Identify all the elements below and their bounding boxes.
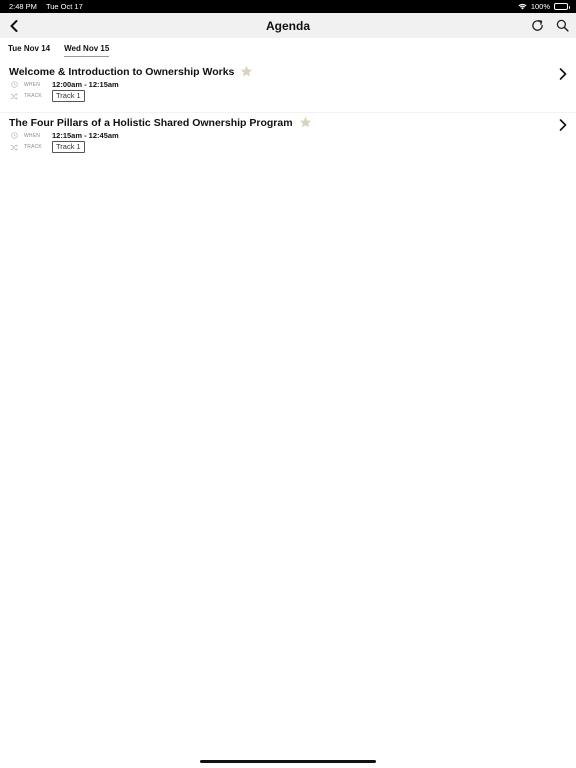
refresh-icon xyxy=(532,20,543,31)
session-row[interactable]: The Four Pillars of a Holistic Shared Ow… xyxy=(0,112,576,160)
search-icon xyxy=(556,19,569,32)
when-value: 12:15am - 12:45am xyxy=(52,131,119,140)
session-title-row: The Four Pillars of a Holistic Shared Ow… xyxy=(9,116,312,129)
when-row: WHEN 12:00am - 12:15am xyxy=(10,80,119,89)
when-label: WHEN xyxy=(24,81,41,88)
when-label: WHEN xyxy=(24,132,41,139)
battery-percent: 100% xyxy=(530,2,550,11)
clock-icon xyxy=(10,81,18,89)
track-label: TRACK xyxy=(24,144,42,150)
chevron-right-icon xyxy=(557,66,569,81)
when-row: WHEN 12:15am - 12:45am xyxy=(10,131,119,140)
session-title-row: Welcome & Introduction to Ownership Work… xyxy=(9,65,253,78)
page-title: Agenda xyxy=(265,18,310,33)
favorite-star-icon[interactable] xyxy=(240,65,253,78)
track-badge[interactable]: Track 1 xyxy=(52,90,85,102)
back-button[interactable] xyxy=(6,17,22,34)
status-time: 2:48 PM xyxy=(9,2,37,11)
session-title: The Four Pillars of a Holistic Shared Ow… xyxy=(9,116,293,129)
track-label: TRACK xyxy=(24,93,42,99)
nav-bar: Agenda xyxy=(0,13,576,38)
track-badge[interactable]: Track 1 xyxy=(52,141,85,153)
status-left: 2:48 PM Tue Oct 17 xyxy=(9,2,83,11)
refresh-button[interactable] xyxy=(529,17,546,34)
shuffle-icon xyxy=(10,143,18,151)
home-indicator[interactable] xyxy=(200,760,376,763)
chevron-right-icon xyxy=(557,117,569,132)
wifi-icon xyxy=(518,3,527,10)
when-value: 12:00am - 12:15am xyxy=(52,80,119,89)
status-right: 100% xyxy=(518,2,570,11)
favorite-star-icon[interactable] xyxy=(299,116,312,129)
clock-icon xyxy=(10,132,18,140)
status-bar: 2:48 PM Tue Oct 17 100% xyxy=(0,0,576,13)
status-date: Tue Oct 17 xyxy=(45,2,83,11)
chevron-left-icon xyxy=(10,19,18,32)
track-row: TRACK Track 1 xyxy=(10,141,85,153)
tab-tue-nov-14[interactable]: Tue Nov 14 xyxy=(8,41,50,56)
battery-icon xyxy=(554,3,570,10)
tab-wed-nov-15[interactable]: Wed Nov 15 xyxy=(64,41,110,57)
session-row[interactable]: Welcome & Introduction to Ownership Work… xyxy=(0,62,576,110)
session-title: Welcome & Introduction to Ownership Work… xyxy=(9,65,235,78)
shuffle-icon xyxy=(10,92,18,100)
track-row: TRACK Track 1 xyxy=(10,90,85,102)
search-button[interactable] xyxy=(554,17,571,34)
day-tabs: Tue Nov 14 Wed Nov 15 xyxy=(0,38,576,59)
